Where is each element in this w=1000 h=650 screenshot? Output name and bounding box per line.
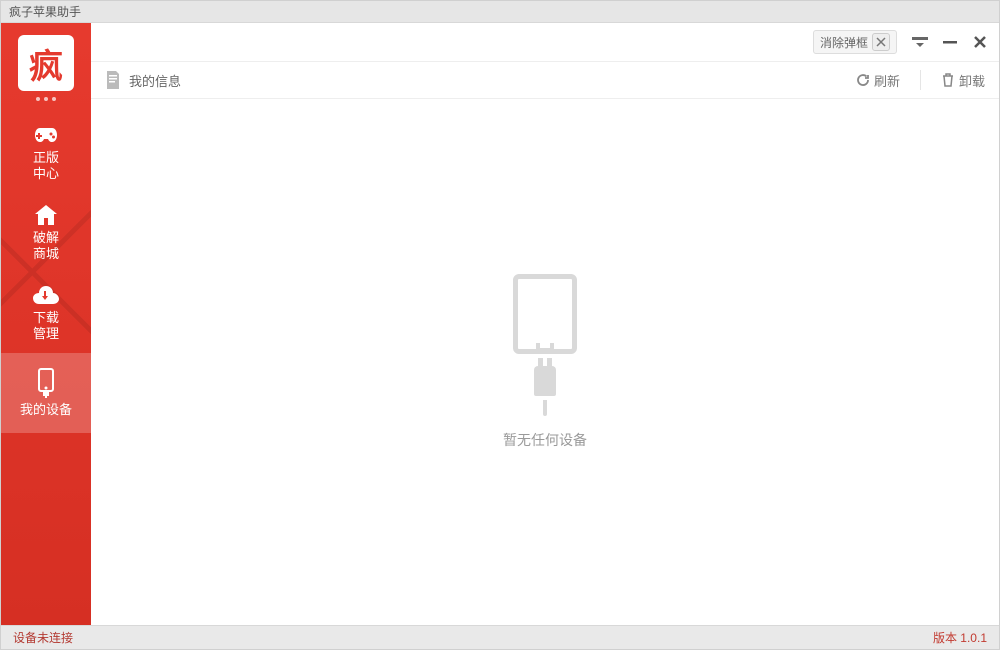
- sidebar-item-label: 正版 中心: [33, 150, 59, 181]
- toolbar-actions: 刷新 卸载: [856, 70, 985, 90]
- window-controls: [911, 33, 989, 51]
- sidebar-item-genuine-center[interactable]: 正版 中心: [1, 113, 91, 193]
- main-area: 消除弹框: [91, 23, 999, 625]
- refresh-icon: [856, 73, 870, 87]
- window-title: 疯子苹果助手: [9, 3, 81, 20]
- logo-dots: [36, 97, 56, 101]
- sidebar: 疯 正版 中心 破解 商城: [1, 23, 91, 625]
- phone-icon: [33, 368, 59, 398]
- toolbar-title: 我的信息: [129, 71, 181, 90]
- tools-icon: [872, 33, 890, 51]
- gamepad-icon: [33, 124, 59, 146]
- uninstall-label: 卸载: [959, 71, 985, 90]
- empty-state-text: 暂无任何设备: [503, 430, 587, 450]
- dismiss-popup-button[interactable]: 消除弹框: [813, 30, 897, 54]
- sidebar-item-label: 我的设备: [20, 402, 72, 418]
- cloud-download-icon: [33, 284, 59, 306]
- toolbar: 我的信息 刷新 卸载: [91, 61, 999, 99]
- version-text: 版本 1.0.1: [933, 629, 987, 646]
- plug-icon: [534, 366, 556, 396]
- refresh-label: 刷新: [874, 71, 900, 90]
- document-icon: [105, 71, 121, 89]
- toolbar-separator: [920, 70, 921, 90]
- minimize-button[interactable]: [941, 33, 959, 51]
- home-icon: [33, 204, 59, 226]
- tablet-icon: [513, 274, 577, 354]
- trash-icon: [941, 73, 955, 87]
- statusbar: 设备未连接 版本 1.0.1: [1, 625, 999, 649]
- sidebar-item-crack-store[interactable]: 破解 商城: [1, 193, 91, 273]
- app-window: 疯子苹果助手 疯 正版 中心 破解 商城: [0, 0, 1000, 650]
- titlebar[interactable]: 疯子苹果助手: [1, 1, 999, 23]
- sidebar-item-label: 下载 管理: [33, 310, 59, 341]
- no-device-illustration: [513, 274, 577, 416]
- device-status-text: 设备未连接: [13, 629, 73, 646]
- app-logo: 疯: [18, 35, 74, 91]
- close-button[interactable]: [971, 33, 989, 51]
- dismiss-popup-label: 消除弹框: [820, 34, 868, 51]
- content-area: 暂无任何设备: [91, 99, 999, 625]
- toolbar-title-wrap: 我的信息: [105, 71, 846, 90]
- app-body: 疯 正版 中心 破解 商城: [1, 23, 999, 625]
- sidebar-nav: 正版 中心 破解 商城 下载 管理: [1, 113, 91, 433]
- window-menu-button[interactable]: [911, 33, 929, 51]
- sidebar-item-download-manager[interactable]: 下载 管理: [1, 273, 91, 353]
- sidebar-item-my-device[interactable]: 我的设备: [1, 353, 91, 433]
- logo-box[interactable]: 疯: [1, 23, 91, 113]
- uninstall-button[interactable]: 卸载: [941, 71, 985, 90]
- refresh-button[interactable]: 刷新: [856, 71, 900, 90]
- sidebar-item-label: 破解 商城: [33, 230, 59, 261]
- topbar: 消除弹框: [91, 23, 999, 61]
- cord-icon: [543, 400, 547, 416]
